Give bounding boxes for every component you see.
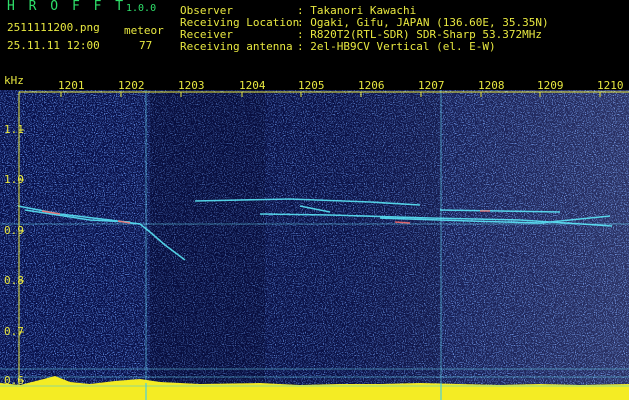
frequency-tick-label: 0.8 xyxy=(4,274,24,287)
time-tick-label: 1208 xyxy=(478,79,505,92)
spectrogram-display xyxy=(0,90,629,400)
frequency-tick-label: 1.1 xyxy=(4,123,24,136)
signal-strength-floor xyxy=(0,387,629,400)
frequency-unit-label: kHz xyxy=(4,74,24,87)
antenna-value: : 2el-HB9CV Vertical (el. E-W) xyxy=(297,40,496,53)
time-tick-label: 1202 xyxy=(118,79,145,92)
frequency-tick-label: 1.0 xyxy=(4,173,24,186)
frequency-tick-label: 0.7 xyxy=(4,325,24,338)
frequency-tick-label: 0.6 xyxy=(4,374,24,387)
app-version: 1.0.0 xyxy=(126,3,157,14)
time-tick-label: 1201 xyxy=(58,79,85,92)
time-tick-label: 1205 xyxy=(298,79,325,92)
time-tick-label: 1204 xyxy=(239,79,266,92)
meteor-label: meteor xyxy=(124,24,164,37)
date-time: 25.11.11 12:00 xyxy=(7,39,100,52)
time-tick-label: 1203 xyxy=(178,79,205,92)
time-tick-label: 1206 xyxy=(358,79,385,92)
time-tick-label: 1210 xyxy=(597,79,624,92)
app-name: H R O F F T xyxy=(7,0,127,14)
frequency-tick-label: 0.9 xyxy=(4,224,24,237)
time-tick-label: 1207 xyxy=(418,79,445,92)
time-tick-label: 1209 xyxy=(537,79,564,92)
file-name: 2511111200.png xyxy=(7,21,100,34)
meteor-count: 77 xyxy=(139,39,153,52)
antenna-label: Receiving antenna xyxy=(180,40,293,53)
